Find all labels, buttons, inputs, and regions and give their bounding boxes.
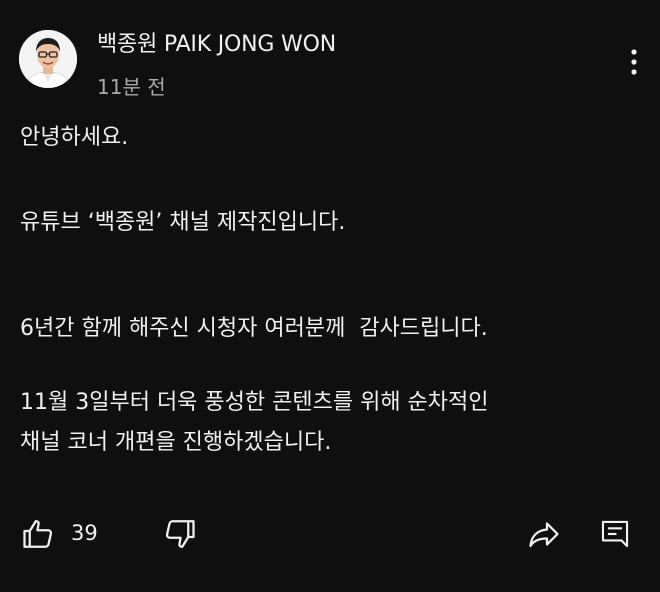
more-vertical-icon <box>631 49 637 75</box>
dislike-button[interactable] <box>162 514 198 554</box>
comment-button[interactable] <box>598 514 632 554</box>
like-button[interactable] <box>20 514 56 554</box>
comment-icon <box>601 520 629 548</box>
more-options-button[interactable] <box>614 44 654 80</box>
post-body: 안녕하세요. 유튜브 ‘백종원’ 채널 제작진입니다. 6년간 함께 해주신 시… <box>20 122 650 459</box>
post-timestamp: 11분 전 <box>97 75 166 99</box>
like-count: 39 <box>71 521 98 545</box>
post-line-announcement-2: 채널 코너 개편을 진행하겠습니다. <box>20 430 332 455</box>
channel-avatar[interactable] <box>19 30 77 88</box>
post-line-announcement-1: 11월 3일부터 더욱 풍성한 콘텐츠를 위해 순차적인 <box>20 390 489 415</box>
post-line-thanks: 6년간 함께 해주신 시청자 여러분께 감사드립니다. <box>20 316 488 341</box>
thumbs-down-icon <box>165 520 195 548</box>
post-line-intro: 유튜브 ‘백종원’ 채널 제작진입니다. <box>20 210 346 235</box>
share-button[interactable] <box>526 514 562 554</box>
thumbs-up-icon <box>23 520 53 548</box>
share-icon <box>529 522 559 548</box>
avatar-portrait-icon <box>19 30 77 88</box>
post-line-greeting: 안녕하세요. <box>20 125 129 150</box>
channel-name[interactable]: 백종원 PAIK JONG WON <box>97 26 336 58</box>
